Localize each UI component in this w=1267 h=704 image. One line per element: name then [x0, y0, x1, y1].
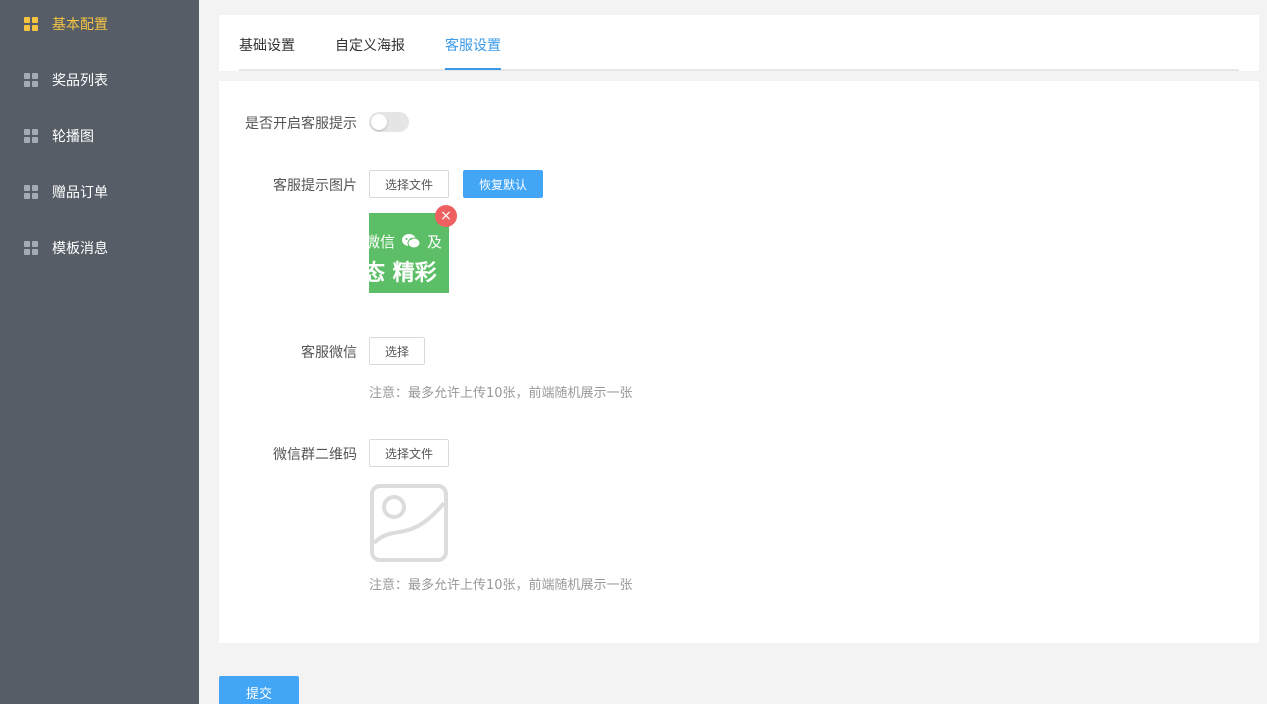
wechat-icon: [401, 233, 421, 253]
sidebar-item-label: 赠品订单: [52, 185, 108, 201]
service-settings-form: 是否开启客服提示 客服提示图片 选择文件 恢复默认 微信及 态 精彩 × 客服微…: [219, 81, 1259, 643]
sidebar-item-label: 基本配置: [52, 17, 108, 33]
tabs-bar: 基础设置 自定义海报 客服设置: [219, 15, 1259, 71]
sidebar-item-label: 模板消息: [52, 241, 108, 257]
service-wechat-label: 客服微信: [301, 345, 357, 361]
grid-icon: [24, 17, 38, 31]
wechat-upload-hint: 注意：最多允许上传10张，前端随机展示一张: [369, 386, 633, 401]
grid-icon: [24, 241, 38, 255]
thumbnail-text-row2: 态 精彩: [369, 261, 437, 286]
qrcode-upload-hint: 注意：最多允许上传10张，前端随机展示一张: [369, 578, 633, 593]
restore-default-button[interactable]: 恢复默认: [463, 170, 543, 198]
sidebar-item-basic-config[interactable]: 基本配置: [0, 0, 199, 52]
grid-icon: [24, 185, 38, 199]
service-image-label: 客服提示图片: [273, 178, 357, 194]
sidebar-item-prize-list[interactable]: 奖品列表: [0, 52, 199, 108]
sidebar-item-label: 奖品列表: [52, 73, 108, 89]
grid-icon: [24, 73, 38, 87]
close-icon[interactable]: ×: [435, 205, 457, 227]
choose-qrcode-file-button[interactable]: 选择文件: [369, 439, 449, 467]
image-placeholder-icon: [369, 483, 449, 563]
sidebar: 基本配置 奖品列表 轮播图 赠品订单 模板消息: [0, 0, 199, 704]
tab-customer-service[interactable]: 客服设置: [445, 35, 501, 55]
thumbnail-text-row1: 微信及: [369, 233, 443, 253]
sidebar-item-label: 轮播图: [52, 129, 94, 145]
submit-button[interactable]: 提交: [219, 676, 299, 704]
grid-icon: [24, 129, 38, 143]
sidebar-item-gift-orders[interactable]: 赠品订单: [0, 164, 199, 220]
choose-wechat-button[interactable]: 选择: [369, 337, 425, 365]
enable-service-tip-label: 是否开启客服提示: [245, 116, 357, 132]
active-tab-indicator: [445, 68, 501, 70]
toggle-knob: [371, 114, 387, 130]
sidebar-item-template-message[interactable]: 模板消息: [0, 220, 199, 276]
choose-file-button[interactable]: 选择文件: [369, 170, 449, 198]
tabs-divider: [239, 69, 1239, 71]
tab-custom-poster[interactable]: 自定义海报: [335, 35, 405, 55]
tab-basic-settings[interactable]: 基础设置: [239, 35, 295, 55]
wechat-group-qrcode-label: 微信群二维码: [273, 447, 357, 463]
sidebar-item-carousel[interactable]: 轮播图: [0, 108, 199, 164]
service-image-thumbnail: 微信及 态 精彩: [369, 213, 449, 293]
enable-service-tip-toggle[interactable]: [369, 112, 409, 132]
